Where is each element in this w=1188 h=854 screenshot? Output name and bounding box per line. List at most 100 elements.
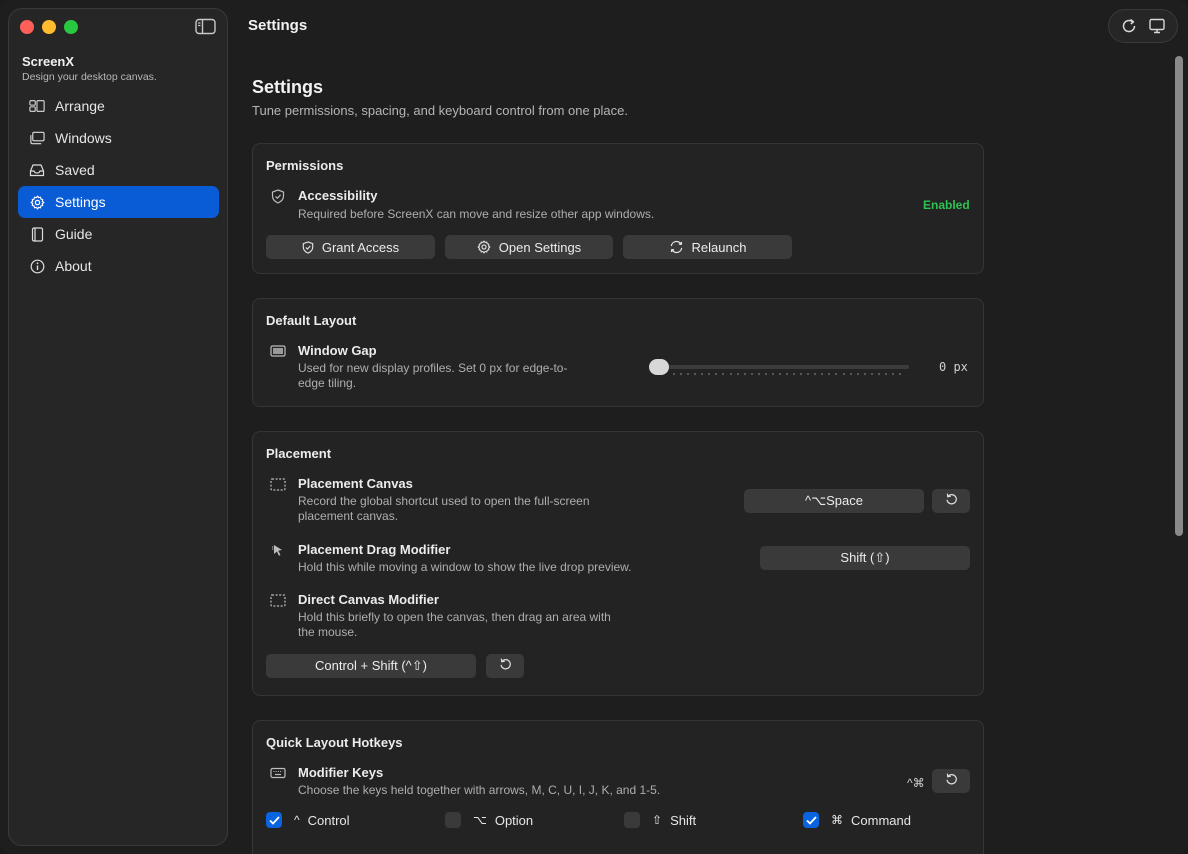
slider-tick [694,373,697,375]
slider-tick [877,373,880,375]
checkbox[interactable] [803,812,819,828]
slider-tick [828,373,831,375]
slider-tick [708,373,711,375]
sidebar-item-windows[interactable]: Windows [18,122,219,154]
display-icon[interactable] [1146,15,1168,37]
checkbox[interactable] [624,812,640,828]
slider-tick [814,373,817,375]
select-value: Shift (⇧) [840,550,890,565]
sidebar-item-label: About [55,258,92,274]
reset-modifier-button[interactable] [486,654,524,678]
slider-tick [701,373,704,375]
direct-modifier-select[interactable]: Control + Shift (^⇧) [266,654,476,678]
checkbox-command[interactable]: ⌘ Command [803,812,911,828]
window-gap-description: Used for new display profiles. Set 0 px … [298,361,567,391]
sidebar-item-label: Windows [55,130,112,146]
sidebar-item-arrange[interactable]: Arrange [18,90,219,122]
gear-icon [29,194,45,210]
window-gap-icon [270,343,286,359]
slider-tick [849,373,852,375]
hotkeys-card: Quick Layout Hotkeys Modifier Keys Choos… [252,720,984,854]
slider-tick [687,373,690,375]
info-icon [29,258,45,274]
card-title: Default Layout [266,313,357,328]
sidebar-item-settings[interactable]: Settings [18,186,219,218]
slider-tick [842,373,845,375]
slider-ticks [673,373,901,376]
modifier-keys-description: Choose the keys held together with arrow… [298,783,661,797]
reset-icon [945,772,958,790]
relaunch-icon [669,240,684,254]
slider-tick [835,373,838,375]
sidebar-item-about[interactable]: About [18,250,219,282]
reset-shortcut-button[interactable] [932,489,970,513]
placement-canvas-title: Placement Canvas [298,476,413,491]
slider-tick [899,373,901,375]
slider-tick [856,373,859,375]
scrollbar-thumb[interactable] [1175,56,1183,536]
description-line: Hold this briefly to open the canvas, th… [298,610,611,624]
scrollbar[interactable] [1172,52,1186,832]
sidebar-item-guide[interactable]: Guide [18,218,219,250]
checkbox-control[interactable]: ^ Control [266,812,350,828]
slider-tick [807,373,810,375]
sidebar: ScreenX Design your desktop canvas. Arra… [8,8,228,846]
slider-tick [743,373,746,375]
modifier-keys-title: Modifier Keys [298,765,384,780]
permissions-card: Permissions Accessibility Required befor… [252,143,984,274]
drag-modifier-select[interactable]: Shift (⇧) [760,546,970,570]
slider-tick [764,373,767,375]
reset-icon [499,657,512,675]
arrange-icon [29,98,45,114]
checkbox-label: Control [307,812,350,828]
button-label: Open Settings [498,239,582,255]
card-title: Quick Layout Hotkeys [266,735,403,750]
slider-tick [771,373,774,375]
slider-tick [778,373,781,375]
option-key-symbol: ⌥ [473,813,487,827]
page-title: Settings [252,77,324,97]
window-gap-title: Window Gap [298,343,377,358]
relaunch-button[interactable]: Relaunch [623,235,792,259]
checkbox-option[interactable]: ⌥ Option [445,812,533,828]
app-tagline: Design your desktop canvas. [22,71,157,83]
slider-tick [757,373,760,375]
open-settings-button[interactable]: Open Settings [445,235,613,259]
slider-tick [891,373,894,375]
toolbar-group [1108,9,1178,43]
placement-card: Placement Placement Canvas Record the gl… [252,431,984,696]
refresh-icon[interactable] [1118,15,1140,37]
slider-tick [786,373,788,375]
window-gap-value: 0 px [939,360,968,374]
accessibility-description: Required before ScreenX can move and res… [298,207,655,221]
app-window: ScreenX Design your desktop canvas. Arra… [0,0,1188,854]
reset-hotkeys-button[interactable] [932,769,970,793]
checkbox[interactable] [266,812,282,828]
direct-canvas-description: Hold this briefly to open the canvas, th… [298,610,611,640]
dashed-rect-icon [270,592,286,608]
zoom-window-button[interactable] [64,20,78,34]
sidebar-toggle-icon[interactable] [195,18,216,35]
sidebar-item-saved[interactable]: Saved [18,154,219,186]
close-window-button[interactable] [20,20,34,34]
checkbox-shift[interactable]: ⇧ Shift [624,812,696,828]
modifier-badge: ^⌘ [907,776,925,790]
window-gap-slider-track[interactable] [653,365,909,369]
slider-tick [793,373,796,375]
window-title: Settings [248,17,308,34]
window-gap-slider-knob[interactable] [649,359,669,375]
placement-shortcut-recorder[interactable]: ^⌥Space [744,489,924,513]
slider-tick [715,373,718,375]
card-title: Placement [266,446,332,461]
slider-tick [800,373,803,375]
dashed-rect-icon [270,476,286,492]
checkbox[interactable] [445,812,461,828]
minimize-window-button[interactable] [42,20,56,34]
shield-check-icon [270,188,286,204]
shield-check-icon [302,240,314,254]
description-line: edge tiling. [298,376,357,390]
status-badge: Enabled [923,198,970,212]
sidebar-item-label: Saved [55,162,95,178]
control-key-symbol: ^ [294,813,300,827]
grant-access-button[interactable]: Grant Access [266,235,435,259]
